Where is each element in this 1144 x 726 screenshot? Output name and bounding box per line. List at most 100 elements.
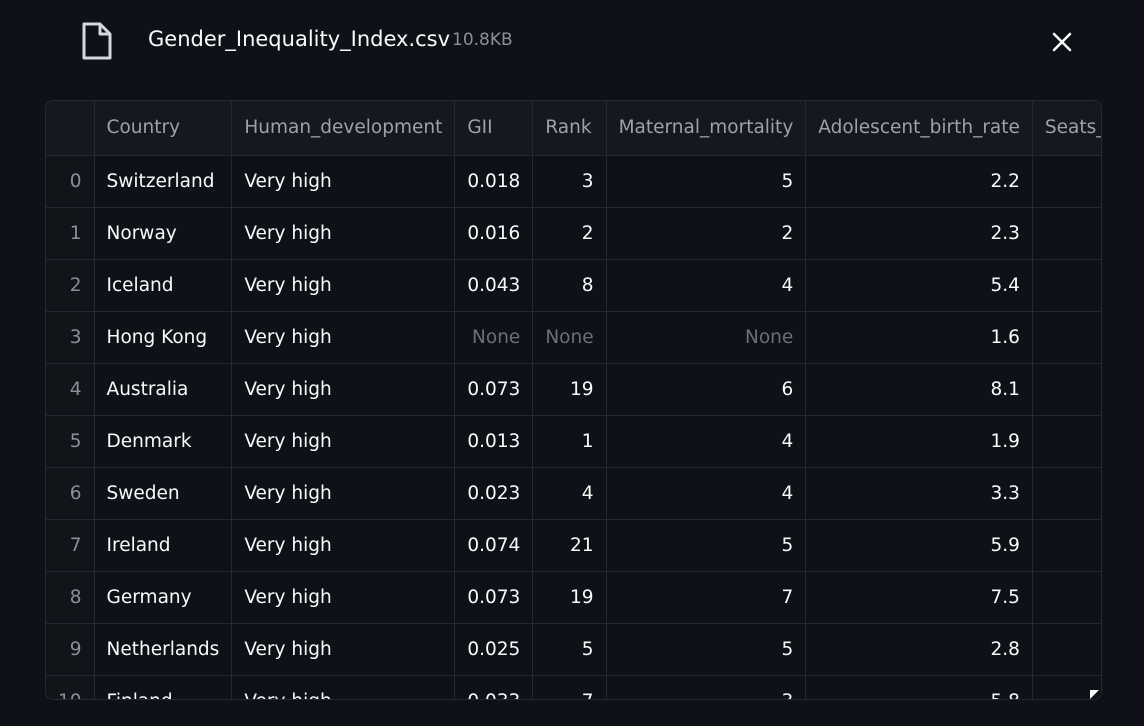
table-cell[interactable]: Switzerland <box>94 155 233 208</box>
table-cell[interactable]: Very high <box>231 467 456 520</box>
table-cell[interactable]: Germany <box>94 571 233 624</box>
table-cell[interactable]: Australia <box>94 363 233 416</box>
table-cell[interactable]: 0.023 <box>454 467 534 520</box>
table-cell[interactable]: 7 <box>532 675 607 699</box>
table-cell[interactable]: 0.073 <box>454 571 534 624</box>
row-index[interactable]: 2 <box>46 259 95 312</box>
row-index[interactable]: 7 <box>46 519 95 572</box>
table-cell[interactable]: 4 <box>532 467 607 520</box>
table-cell[interactable]: 5.8 <box>805 675 1033 699</box>
table-cell[interactable]: 1.6 <box>805 311 1033 364</box>
table-cell[interactable]: 3.3 <box>805 467 1033 520</box>
close-icon[interactable] <box>1046 26 1078 58</box>
table-cell[interactable] <box>1032 467 1101 520</box>
table-row[interactable]: 6 Sweden Very high 0.023 4 4 3.3 <box>46 467 1101 520</box>
table-cell[interactable]: 1.9 <box>805 415 1033 468</box>
table-cell[interactable]: 7.5 <box>805 571 1033 624</box>
column-header[interactable]: Seats_ <box>1032 101 1101 156</box>
row-index[interactable]: 3 <box>46 311 95 364</box>
column-header[interactable]: Human_development <box>231 101 456 156</box>
data-table-container[interactable]: Country Human_development GII Rank Maternal_… <box>45 100 1102 700</box>
table-cell[interactable]: Iceland <box>94 259 233 312</box>
table-cell[interactable]: 5 <box>606 155 807 208</box>
column-header[interactable]: Maternal_mortality <box>606 101 807 156</box>
table-cell[interactable] <box>1032 363 1101 416</box>
table-row[interactable]: 7 Ireland Very high 0.074 21 5 5.9 <box>46 519 1101 572</box>
column-header[interactable]: Country <box>94 101 233 156</box>
table-cell[interactable]: None <box>454 311 534 364</box>
table-cell[interactable]: 8 <box>532 259 607 312</box>
table-cell[interactable]: 8.1 <box>805 363 1033 416</box>
table-cell[interactable]: 5 <box>606 519 807 572</box>
table-row[interactable]: 3 Hong Kong Very high None None None 1.6 <box>46 311 1101 364</box>
table-cell[interactable]: Sweden <box>94 467 233 520</box>
table-cell[interactable]: 2.8 <box>805 623 1033 676</box>
table-cell[interactable]: 2.2 <box>805 155 1033 208</box>
row-index[interactable]: 0 <box>46 155 95 208</box>
index-header[interactable] <box>46 101 95 156</box>
table-cell[interactable]: Very high <box>231 623 456 676</box>
table-cell[interactable]: Very high <box>231 675 456 699</box>
row-index[interactable]: 8 <box>46 571 95 624</box>
table-row[interactable]: 8 Germany Very high 0.073 19 7 7.5 <box>46 571 1101 624</box>
table-cell[interactable]: 0.073 <box>454 363 534 416</box>
table-cell[interactable]: Very high <box>231 259 456 312</box>
table-cell[interactable]: Netherlands <box>94 623 233 676</box>
table-cell[interactable]: 7 <box>606 571 807 624</box>
table-cell[interactable] <box>1032 415 1101 468</box>
table-cell[interactable] <box>1032 571 1101 624</box>
row-index[interactable]: 9 <box>46 623 95 676</box>
table-cell[interactable]: Ireland <box>94 519 233 572</box>
table-cell[interactable]: 2.3 <box>805 207 1033 260</box>
table-cell[interactable] <box>1032 155 1101 208</box>
table-cell[interactable]: Finland <box>94 675 233 699</box>
table-cell[interactable]: Very high <box>231 363 456 416</box>
column-header[interactable]: Rank <box>532 101 607 156</box>
table-cell[interactable]: 0.033 <box>454 675 534 699</box>
table-cell[interactable]: 0.025 <box>454 623 534 676</box>
table-cell[interactable]: 19 <box>532 363 607 416</box>
resize-handle[interactable] <box>1090 690 1099 699</box>
table-cell[interactable] <box>1032 519 1101 572</box>
table-row[interactable]: 10FinlandVery high0.033735.8 <box>46 675 1101 699</box>
table-cell[interactable]: Very high <box>231 519 456 572</box>
table-cell[interactable]: 0.016 <box>454 207 534 260</box>
row-index[interactable]: 1 <box>46 207 95 260</box>
table-row[interactable]: 2 Iceland Very high 0.043 8 4 5.4 <box>46 259 1101 312</box>
table-row[interactable]: 9 Netherlands Very high 0.025 5 5 2.8 <box>46 623 1101 676</box>
table-cell[interactable]: 4 <box>606 415 807 468</box>
table-cell[interactable]: 2 <box>532 207 607 260</box>
table-cell[interactable]: Very high <box>231 415 456 468</box>
table-cell[interactable]: 0.043 <box>454 259 534 312</box>
table-cell[interactable]: Norway <box>94 207 233 260</box>
table-cell[interactable]: 0.018 <box>454 155 534 208</box>
table-cell[interactable]: None <box>532 311 607 364</box>
row-index[interactable]: 6 <box>46 467 95 520</box>
table-cell[interactable]: 4 <box>606 467 807 520</box>
table-cell[interactable]: Very high <box>231 207 456 260</box>
table-cell[interactable]: 5.9 <box>805 519 1033 572</box>
table-cell[interactable] <box>1032 259 1101 312</box>
table-cell[interactable]: 5 <box>606 623 807 676</box>
table-cell[interactable] <box>1032 311 1101 364</box>
column-header[interactable]: Adolescent_birth_rate <box>805 101 1033 156</box>
table-cell[interactable]: 19 <box>532 571 607 624</box>
table-cell[interactable]: 5.4 <box>805 259 1033 312</box>
table-cell[interactable]: 5 <box>532 623 607 676</box>
table-cell[interactable]: Denmark <box>94 415 233 468</box>
table-cell[interactable]: 21 <box>532 519 607 572</box>
column-header[interactable]: GII <box>454 101 534 156</box>
table-cell[interactable]: 0.074 <box>454 519 534 572</box>
table-row[interactable]: 4 Australia Very high 0.073 19 6 8.1 <box>46 363 1101 416</box>
table-cell[interactable]: 3 <box>532 155 607 208</box>
table-cell[interactable]: 4 <box>606 259 807 312</box>
row-index[interactable]: 10 <box>46 675 95 699</box>
table-cell[interactable]: Very high <box>231 311 456 364</box>
row-index[interactable]: 4 <box>46 363 95 416</box>
row-index[interactable]: 5 <box>46 415 95 468</box>
table-row[interactable]: 5 Denmark Very high 0.013 1 4 1.9 <box>46 415 1101 468</box>
table-row[interactable]: 1 Norway Very high 0.016 2 2 2.3 <box>46 207 1101 260</box>
table-cell[interactable]: Hong Kong <box>94 311 233 364</box>
table-cell[interactable]: 3 <box>606 675 807 699</box>
table-cell[interactable]: 6 <box>606 363 807 416</box>
